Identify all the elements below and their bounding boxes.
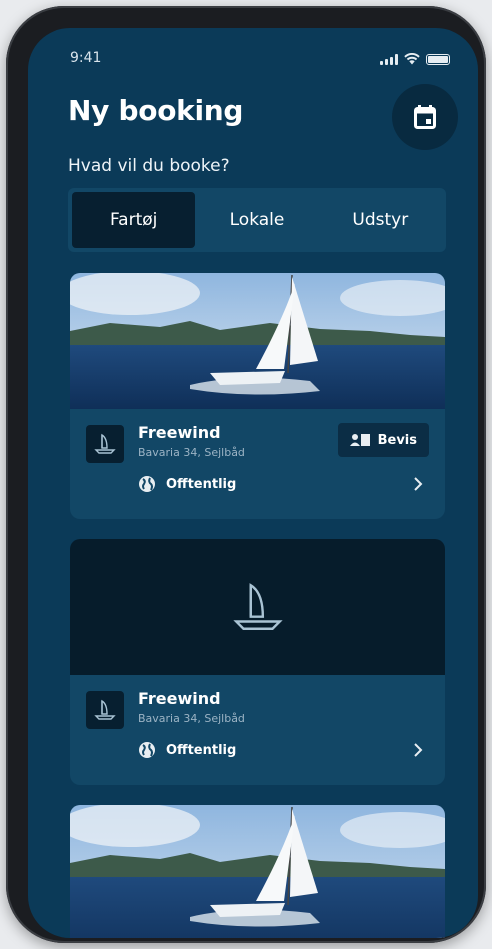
chevron-right-icon[interactable] (413, 743, 423, 757)
phone-frame: 9:41 Ny booking Hvad vil du booke? Fartø… (6, 6, 486, 943)
status-icons (380, 53, 450, 65)
app-screen: 9:41 Ny booking Hvad vil du booke? Fartø… (28, 28, 478, 938)
vessel-card[interactable] (70, 805, 445, 938)
booking-question: Hvad vil du booke? (68, 156, 230, 176)
access-row: Offtentlig (138, 475, 236, 493)
chevron-right-icon[interactable] (413, 477, 423, 491)
calendar-button[interactable] (392, 84, 458, 150)
tab-udstyr[interactable]: Udstyr (319, 192, 442, 248)
wifi-icon (404, 53, 420, 65)
sailboat-icon (86, 691, 124, 729)
vessel-info: Freewind Bavaria 34, Sejlbåd Bevis Offte… (70, 409, 445, 519)
id-card-icon (349, 434, 370, 446)
globe-icon (139, 476, 155, 492)
vessel-info: Freewind Bavaria 34, Sejlbåd Offtentlig (70, 675, 445, 785)
signal-icon (380, 53, 398, 65)
tab-lokale[interactable]: Lokale (195, 192, 318, 248)
sailboat-icon (232, 583, 283, 630)
vessel-photo (70, 273, 445, 409)
access-label: Offtentlig (166, 476, 237, 492)
license-badge[interactable]: Bevis (337, 423, 429, 457)
vessel-photo-placeholder (70, 539, 445, 675)
license-badge-label: Bevis (377, 432, 417, 448)
vessel-name: Freewind (138, 423, 221, 442)
access-label: Offtentlig (166, 742, 237, 758)
category-tabs: Fartøj Lokale Udstyr (68, 188, 446, 252)
calendar-icon (414, 105, 436, 129)
status-bar: 9:41 (70, 50, 450, 70)
vessel-model: Bavaria 34, Sejlbåd (138, 446, 245, 459)
vessel-photo (70, 805, 445, 938)
access-row: Offtentlig (138, 741, 236, 759)
vessel-card[interactable]: Freewind Bavaria 34, Sejlbåd Bevis Offte… (70, 273, 445, 519)
page-title: Ny booking (68, 94, 244, 127)
globe-icon (139, 742, 155, 758)
status-time: 9:41 (70, 50, 102, 66)
tab-fartoj[interactable]: Fartøj (72, 192, 196, 248)
vessel-name: Freewind (138, 689, 221, 708)
vessel-model: Bavaria 34, Sejlbåd (138, 712, 245, 725)
battery-icon (426, 53, 450, 65)
vessel-card[interactable]: Freewind Bavaria 34, Sejlbåd Offtentlig (70, 539, 445, 785)
sailboat-icon (86, 425, 124, 463)
